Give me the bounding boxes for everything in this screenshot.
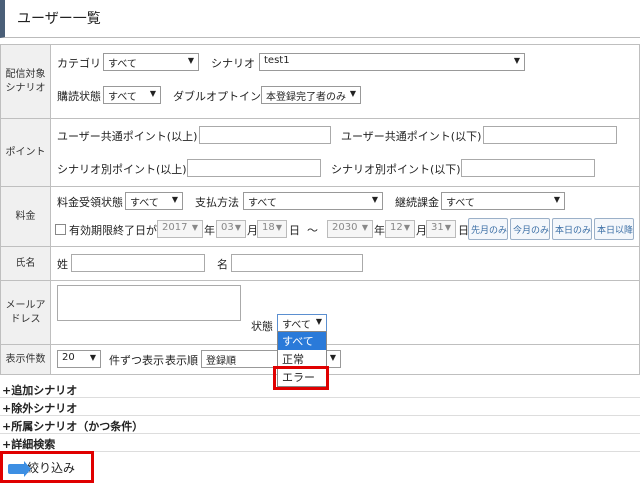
label-email: メールア ドレス — [0, 280, 51, 345]
dropdown-option-all[interactable]: すべて — [278, 332, 326, 350]
chevron-down-icon: ▼ — [315, 317, 322, 326]
common-point-max-label: ユーザー共通ポイント(以下) — [341, 130, 482, 143]
from-year-select[interactable]: 2017 ▼ — [157, 220, 203, 238]
first-name-input[interactable] — [231, 254, 363, 272]
chevron-down-icon: ▼ — [349, 89, 356, 98]
subscription-select[interactable]: すべて ▼ — [103, 86, 161, 104]
section-exclude-scenario[interactable]: +除外シナリオ — [0, 398, 640, 416]
label-points: ポイント — [0, 118, 51, 187]
chevron-down-icon: ▼ — [171, 195, 178, 204]
year-unit-label: 年 — [374, 224, 385, 237]
label-name: 氏名 — [0, 246, 51, 281]
common-point-min-label: ユーザー共通ポイント(以上) — [57, 130, 198, 143]
email-status-label: 状態 — [251, 320, 273, 333]
chevron-down-icon: ▼ — [403, 223, 410, 232]
section-member-scenario[interactable]: +所属シナリオ（かつ条件） — [0, 416, 640, 434]
search-form: 配信対象 シナリオ カテゴリ すべて ▼ シナリオ test1 ▼ 購読状態 すべて… — [0, 44, 640, 375]
payment-status-label: 料金受領状態 — [57, 196, 123, 209]
last-name-input[interactable] — [71, 254, 205, 272]
row-name: 氏名 姓 名 — [0, 246, 640, 281]
chevron-down-icon: ▼ — [371, 195, 378, 204]
count-select[interactable]: 20 ▼ — [57, 350, 101, 368]
chevron-down-icon: ▼ — [234, 223, 241, 232]
after-today-button[interactable]: 本日以降 — [594, 218, 634, 240]
common-point-max-input[interactable] — [483, 126, 617, 144]
expiry-label: 有効期限終了日が — [69, 224, 157, 237]
from-day-select[interactable]: 18 ▼ — [257, 220, 287, 238]
from-month-select[interactable]: 03 ▼ — [216, 220, 246, 238]
double-optin-select[interactable]: 本登録完了者のみ ▼ — [261, 86, 361, 104]
to-year-select[interactable]: 2030 ▼ — [327, 220, 373, 238]
email-status-select[interactable]: すべて ▼ — [277, 314, 327, 332]
common-point-min-input[interactable] — [199, 126, 331, 144]
to-month-select[interactable]: 12 ▼ — [385, 220, 415, 238]
category-label: カテゴリ — [57, 57, 101, 70]
payment-status-select[interactable]: すべて ▼ — [125, 192, 183, 210]
scenario-select[interactable]: test1 ▼ — [259, 53, 525, 71]
chevron-down-icon: ▼ — [191, 223, 198, 232]
first-name-label: 名 — [217, 258, 228, 271]
chevron-down-icon: ▼ — [444, 223, 451, 232]
subscription-label: 購読状態 — [57, 90, 101, 103]
chevron-down-icon: ▼ — [513, 56, 520, 65]
highlight-box-error — [273, 366, 329, 390]
this-month-button[interactable]: 今月のみ — [510, 218, 550, 240]
last-name-label: 姓 — [57, 258, 68, 271]
row-fee: 料金 料金受領状態 すべて ▼ 支払方法 すべて ▼ 継続課金 すべて ▼ 有効期限終… — [0, 186, 640, 247]
scenario-point-min-label: シナリオ別ポイント(以上) — [57, 163, 187, 176]
double-optin-label: ダブルオプトイン — [173, 90, 261, 103]
chevron-down-icon: ▼ — [361, 223, 368, 232]
day-unit-label: 日 — [289, 224, 300, 237]
page-title: ユーザー一覧 — [0, 0, 640, 38]
scenario-point-min-input[interactable] — [187, 159, 321, 177]
scenario-label: シナリオ — [211, 57, 255, 70]
chevron-down-icon: ▼ — [187, 56, 194, 65]
order-label: 表示順 — [165, 354, 198, 367]
row-delivery-target: 配信対象 シナリオ カテゴリ すべて ▼ シナリオ test1 ▼ 購読状態 すべて… — [0, 44, 640, 119]
chevron-down-icon: ▼ — [553, 195, 560, 204]
recurring-select[interactable]: すべて ▼ — [441, 192, 565, 210]
per-page-label: 件ずつ表示 — [109, 354, 164, 367]
last-month-button[interactable]: 先月のみ — [468, 218, 508, 240]
scenario-point-max-label: シナリオ別ポイント(以下) — [331, 163, 461, 176]
chevron-down-icon: ▼ — [275, 223, 282, 232]
label-delivery-target: 配信対象 シナリオ — [0, 44, 51, 119]
section-advanced-search[interactable]: +詳細検索 — [0, 434, 640, 452]
scenario-point-max-input[interactable] — [461, 159, 595, 177]
expiry-checkbox[interactable] — [55, 224, 66, 235]
payment-method-label: 支払方法 — [195, 196, 239, 209]
chevron-down-icon: ▼ — [329, 353, 336, 362]
label-fee: 料金 — [0, 186, 51, 247]
chevron-down-icon: ▼ — [149, 89, 156, 98]
label-display: 表示件数 — [0, 344, 51, 375]
year-unit-label: 年 — [204, 224, 215, 237]
email-textarea[interactable] — [57, 285, 241, 321]
category-select[interactable]: すべて ▼ — [103, 53, 199, 71]
chevron-down-icon: ▼ — [89, 353, 96, 362]
to-day-select[interactable]: 31 ▼ — [426, 220, 456, 238]
range-tilde: ～ — [307, 224, 318, 237]
today-button[interactable]: 本日のみ — [552, 218, 592, 240]
highlight-box-filter — [0, 451, 94, 483]
recurring-label: 継続課金 — [395, 196, 439, 209]
row-points: ポイント ユーザー共通ポイント(以上) ユーザー共通ポイント(以下) シナリオ別… — [0, 118, 640, 187]
payment-method-select[interactable]: すべて ▼ — [243, 192, 383, 210]
